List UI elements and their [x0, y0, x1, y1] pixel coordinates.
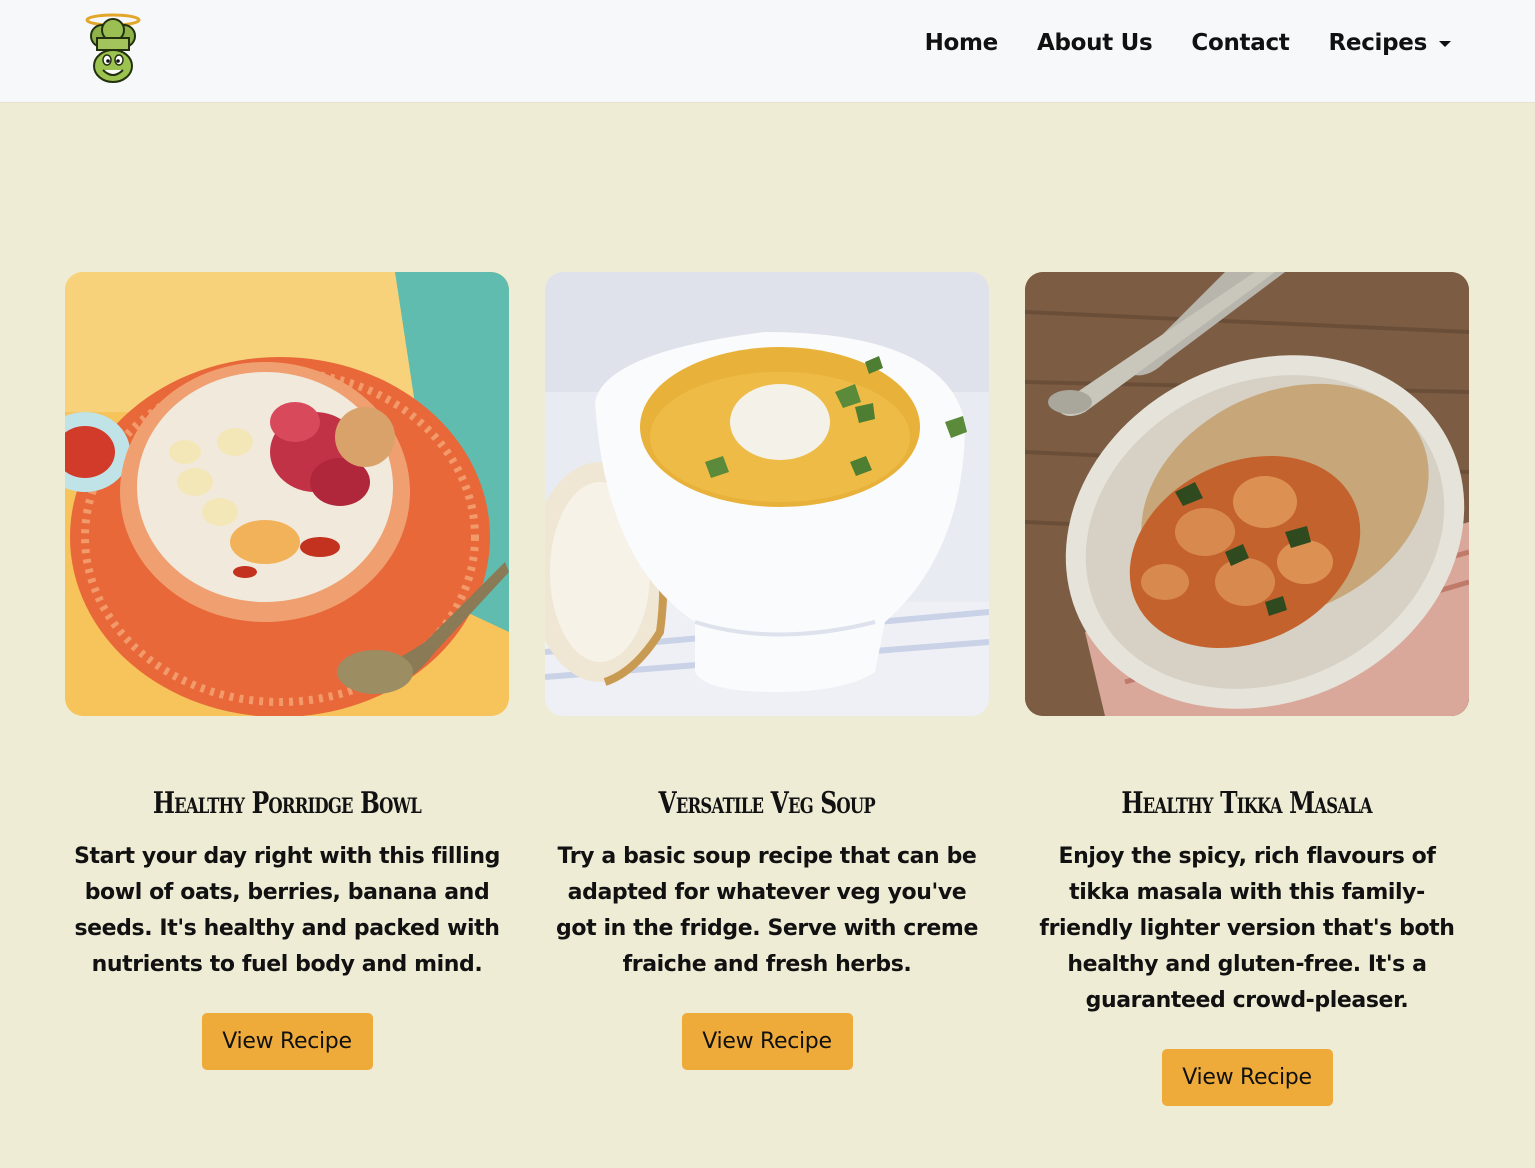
recipe-title: Healthy Tikka Masala	[1121, 786, 1373, 821]
recipe-description: Start your day right with this filling b…	[74, 844, 500, 977]
view-recipe-button[interactable]: View Recipe	[681, 1013, 853, 1070]
caret-down-icon	[1439, 41, 1451, 47]
recipe-title: Healthy Porridge Bowl	[152, 786, 422, 821]
veg-soup-photo	[545, 272, 989, 716]
recipe-card-veg-soup: Versatile Veg Soup Try a basic soup reci…	[545, 272, 989, 1106]
chef-logo[interactable]	[80, 12, 146, 84]
nav-contact[interactable]: Contact	[1191, 30, 1289, 56]
recipe-description: Enjoy the spicy, rich flavours of tikka …	[1039, 844, 1455, 1013]
nav-home[interactable]: Home	[925, 30, 999, 56]
recipe-description: Try a basic soup recipe that can be adap…	[556, 844, 978, 977]
recipe-card-porridge: Healthy Porridge Bowl Start your day rig…	[65, 272, 509, 1106]
navbar: Home About Us Contact Recipes	[0, 0, 1535, 102]
porridge-bowl-photo	[65, 272, 509, 716]
recipe-card-tikka-masala: Healthy Tikka Masala Enjoy the spicy, ri…	[1025, 272, 1469, 1106]
nav-recipes-label: Recipes	[1328, 30, 1428, 56]
nav-links: Home About Us Contact Recipes	[925, 30, 1451, 56]
nav-recipes-dropdown[interactable]: Recipes	[1329, 30, 1451, 56]
recipe-title: Versatile Veg Soup	[658, 786, 876, 821]
view-recipe-button[interactable]: View Recipe	[201, 1013, 373, 1070]
view-recipe-button[interactable]: View Recipe	[1161, 1049, 1333, 1106]
tikka-masala-photo	[1025, 272, 1469, 716]
nav-about-us[interactable]: About Us	[1037, 30, 1153, 56]
recipe-cards: Healthy Porridge Bowl Start your day rig…	[65, 272, 1469, 1106]
